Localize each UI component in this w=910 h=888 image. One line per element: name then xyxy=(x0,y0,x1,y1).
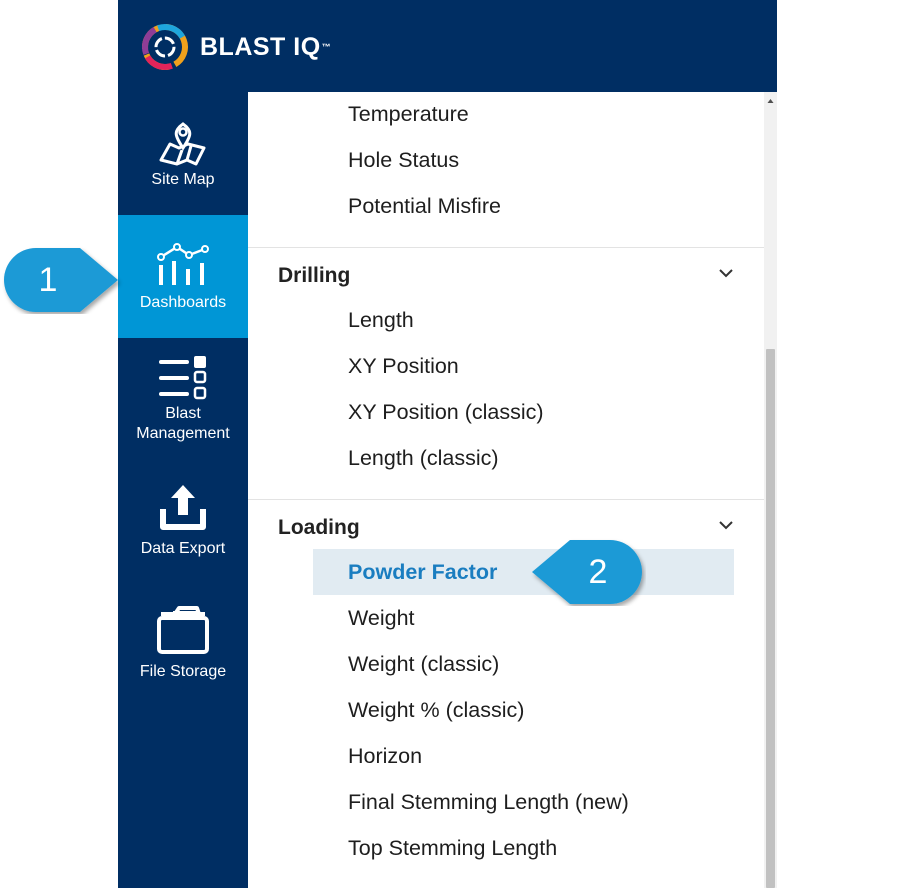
callout-number: 2 xyxy=(588,553,608,591)
section-title-loading[interactable]: Loading xyxy=(278,514,360,542)
rail-label: Site Map xyxy=(151,171,215,188)
rail-item-file-storage[interactable]: File Storage xyxy=(118,584,248,707)
upload-icon xyxy=(160,485,206,530)
menu-item-weight-classic[interactable]: Weight (classic) xyxy=(348,650,499,678)
dashboard-menu-panel: Temperature Hole Status Potential Misfir… xyxy=(248,92,764,888)
section-divider xyxy=(248,499,764,500)
rail-item-data-export[interactable]: Data Export xyxy=(118,461,248,584)
menu-item-length[interactable]: Length xyxy=(348,306,414,334)
brand-name: BLAST IQ™ xyxy=(200,33,332,61)
menu-item-xy-position-classic[interactable]: XY Position (classic) xyxy=(348,398,544,426)
chevron-down-icon[interactable] xyxy=(716,263,736,283)
blastiq-app: BLAST IQ™ Site Map Dashboards Blast Mana… xyxy=(118,0,777,888)
menu-item-length-classic[interactable]: Length (classic) xyxy=(348,444,499,472)
section-divider xyxy=(248,247,764,248)
scroll-up-arrow-icon[interactable] xyxy=(764,94,777,108)
nav-rail: Site Map Dashboards Blast Management Dat… xyxy=(118,92,248,888)
map-pin-icon xyxy=(159,122,206,166)
menu-item-temperature[interactable]: Temperature xyxy=(348,100,469,128)
menu-item-weight-percent-classic[interactable]: Weight % (classic) xyxy=(348,696,524,724)
rail-item-site-map[interactable]: Site Map xyxy=(118,92,248,215)
rail-label: Dashboards xyxy=(139,294,227,311)
menu-item-final-stemming-length-new[interactable]: Final Stemming Length (new) xyxy=(348,788,629,816)
rail-label: File Storage xyxy=(139,663,227,680)
dashboard-chart-icon xyxy=(157,243,209,285)
folder-icon xyxy=(157,606,209,654)
chevron-down-icon[interactable] xyxy=(716,515,736,535)
menu-item-top-stemming-length[interactable]: Top Stemming Length xyxy=(348,834,557,862)
callout-2: 2 xyxy=(528,538,646,606)
rail-item-blast-management[interactable]: Blast Management xyxy=(118,338,248,461)
callout-number: 1 xyxy=(38,261,58,299)
menu-item-weight[interactable]: Weight xyxy=(348,604,415,632)
scrollbar-thumb[interactable] xyxy=(766,349,775,888)
top-bar: BLAST IQ™ xyxy=(118,0,777,92)
menu-item-horizon[interactable]: Horizon xyxy=(348,742,422,770)
section-title-drilling[interactable]: Drilling xyxy=(278,262,350,290)
rail-label: Data Export xyxy=(140,540,226,557)
menu-item-hole-status[interactable]: Hole Status xyxy=(348,146,459,174)
menu-item-powder-factor[interactable]: Powder Factor xyxy=(348,558,497,586)
menu-item-xy-position[interactable]: XY Position xyxy=(348,352,459,380)
blastiq-logo-icon xyxy=(142,23,188,70)
list-checkbox-icon xyxy=(159,356,207,400)
rail-label: Blast Management xyxy=(136,405,230,442)
callout-1: 1 xyxy=(2,246,124,314)
scrollbar[interactable] xyxy=(764,92,777,888)
rail-item-dashboards[interactable]: Dashboards xyxy=(118,215,248,338)
menu-item-potential-misfire[interactable]: Potential Misfire xyxy=(348,192,501,220)
